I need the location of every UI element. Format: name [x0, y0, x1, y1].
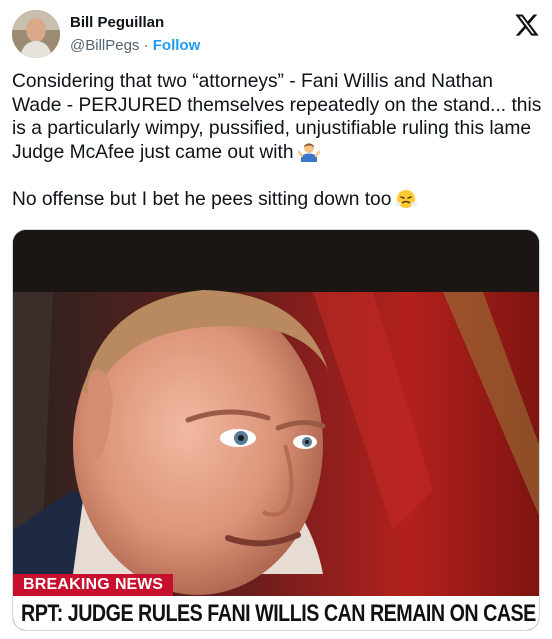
follow-button[interactable]: Follow [153, 37, 201, 54]
x-logo-icon[interactable] [514, 12, 540, 38]
tweet-paragraph-2: No offense but I bet he pees sitting dow… [12, 188, 392, 210]
news-headline: RPT: JUDGE RULES FANI WILLIS CAN REMAIN … [21, 600, 536, 627]
breaking-word: BREAKING [13, 574, 110, 596]
tweet-paragraph-1: Considering that two “attorneys” - Fani … [12, 71, 547, 163]
breaking-news-label: BREAKING NEWS [13, 574, 173, 596]
author-handle-row: @BillPegs · Follow [70, 37, 200, 54]
tweet-text: Considering that two “attorneys” - Fani … [12, 70, 542, 212]
author-handle[interactable]: @BillPegs [70, 37, 139, 54]
news-media-image[interactable]: BREAKING NEWS RPT: JUDGE RULES FANI WILL… [12, 229, 540, 631]
man-shrugging-emoji-icon [297, 142, 320, 162]
lower-third-banner: RPT: JUDGE RULES FANI WILLIS CAN REMAIN … [13, 596, 539, 630]
author-name[interactable]: Bill Peguillan [70, 14, 164, 31]
separator-dot: · [143, 37, 149, 54]
judge-photo [13, 230, 539, 630]
avatar[interactable] [12, 10, 60, 58]
news-word: NEWS [109, 574, 173, 596]
tweet-header: Bill Peguillan @BillPegs · Follow [12, 10, 540, 62]
face-with-steam-icon [395, 189, 418, 209]
